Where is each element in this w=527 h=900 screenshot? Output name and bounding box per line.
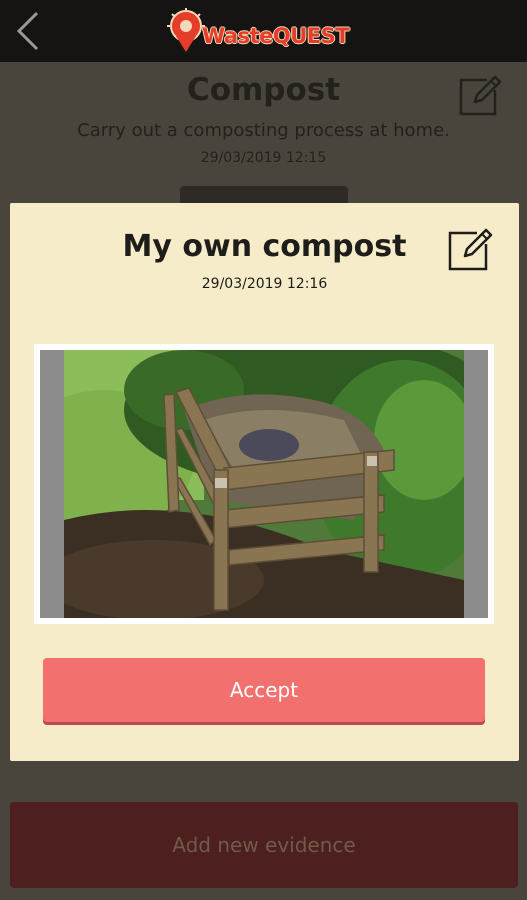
evidence-photo-frame	[34, 344, 494, 624]
logo-text: WasteQUEST	[202, 24, 350, 48]
evidence-photo-container	[40, 350, 488, 618]
modal-date: 29/03/2019 12:16	[201, 276, 328, 292]
page-title: Compost	[186, 72, 341, 108]
edit-evidence-button[interactable]	[446, 225, 494, 273]
page-subtitle: Carry out a composting process at home.	[77, 120, 450, 141]
back-button[interactable]	[10, 8, 46, 54]
modal-title: My own compost	[122, 229, 407, 264]
evidence-modal: My own compost 29/03/2019 12:16 Accept	[10, 203, 519, 761]
page-date: 29/03/2019 12:15	[200, 150, 327, 166]
accept-button[interactable]: Accept	[43, 658, 485, 722]
edit-pencil-icon	[459, 75, 502, 116]
edit-pencil-icon	[448, 228, 493, 271]
top-bar: WasteQUEST	[0, 0, 527, 62]
app-logo: WasteQUEST	[166, 8, 366, 54]
location-pin-icon	[167, 8, 205, 52]
compost-bin-photo	[64, 350, 464, 618]
edit-quest-button[interactable]	[457, 72, 503, 118]
add-evidence-button[interactable]: Add new evidence	[10, 802, 518, 888]
chevron-left-icon	[16, 11, 39, 51]
